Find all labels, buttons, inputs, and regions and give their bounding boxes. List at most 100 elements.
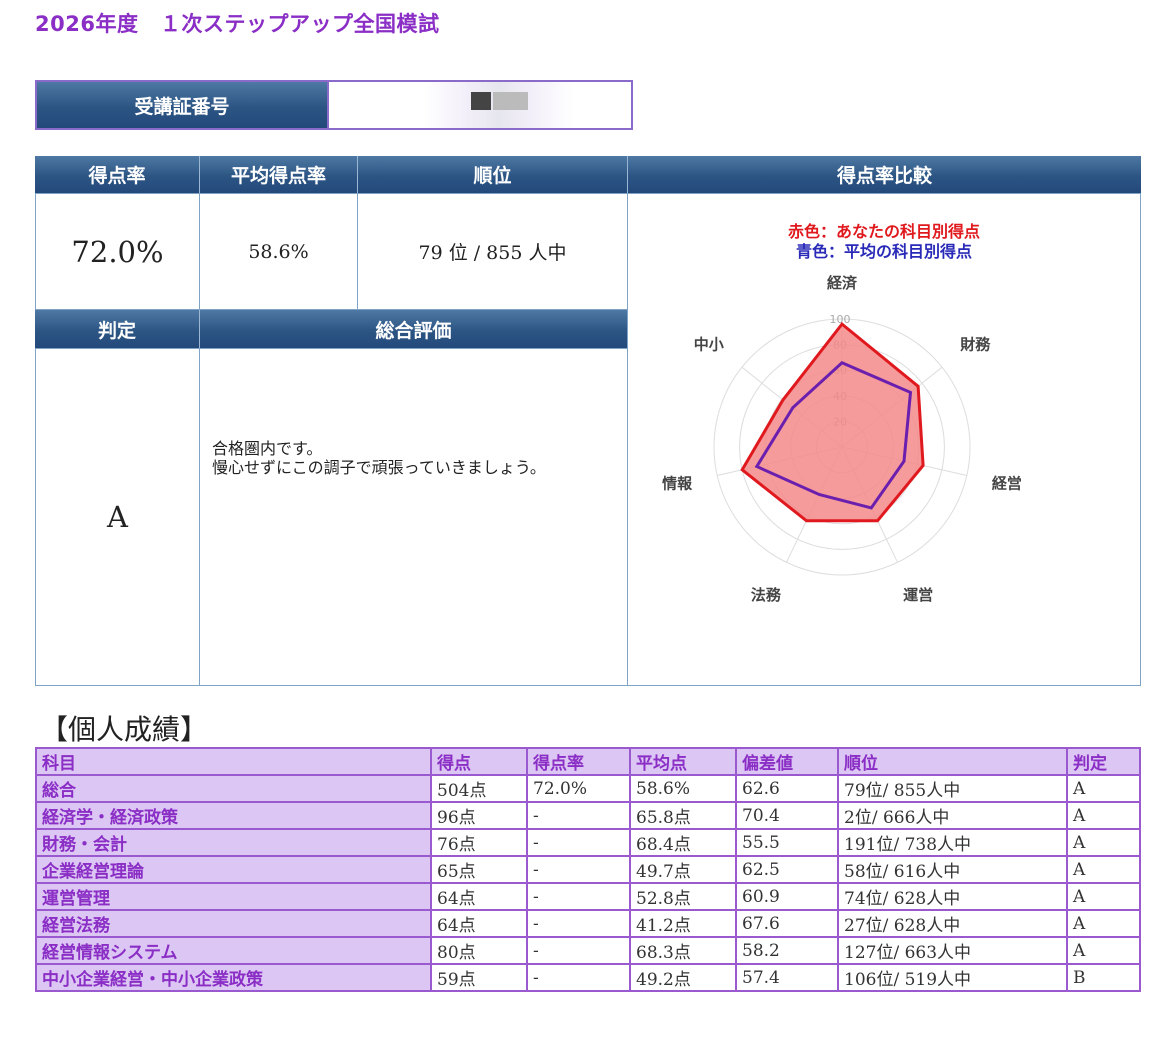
table-cell: 58位/ 616人中 xyxy=(837,855,1068,884)
subject-name-cell: 経営情報システム xyxy=(35,936,432,965)
table-row: 財務・会計 76点 -68.4点 55.5 191位/ 738人中 A xyxy=(35,828,1141,857)
table-cell: 106位/ 519人中 xyxy=(837,963,1068,992)
table-cell: 70.4 xyxy=(735,801,839,830)
evaluation-panel: 合格圏内です。 慢心せずにこの調子で頑張っていきましょう。 xyxy=(199,348,628,686)
radar-header: 得点率比較 xyxy=(627,156,1141,193)
table-row: 中小企業経営・中小企業政策 59点 -49.2点 57.4 106位/ 519人中 B xyxy=(35,963,1141,992)
table-row: 運営管理 64点 -52.8点 60.9 74位/ 628人中 A xyxy=(35,882,1141,911)
table-cell: - xyxy=(526,909,631,938)
exam-number-value xyxy=(327,80,633,130)
table-cell: A xyxy=(1066,909,1141,938)
column-header: 得点 xyxy=(430,747,528,776)
judgement-header: 判定 xyxy=(35,310,199,348)
radar-axis-label: 財務 xyxy=(959,336,991,354)
table-cell: B xyxy=(1066,963,1141,992)
table-cell: 65.8点 xyxy=(629,801,737,830)
table-cell: 79位/ 855人中 xyxy=(837,774,1068,803)
table-row: 経営法務 64点 -41.2点 67.6 27位/ 628人中 A xyxy=(35,909,1141,938)
radar-panel: 赤色：あなたの科目別得点 青色：平均の科目別得点 20406080100 経済財… xyxy=(627,193,1141,686)
table-cell: - xyxy=(526,801,631,830)
table-cell: 64点 xyxy=(430,882,528,911)
radar-chart: 赤色：あなたの科目別得点 青色：平均の科目別得点 20406080100 経済財… xyxy=(662,222,1022,604)
table-cell: - xyxy=(526,882,631,911)
score-rate-value: 72.0% xyxy=(35,193,200,310)
radar-axis-label: 運営 xyxy=(903,586,933,604)
subject-name-cell: 経済学・経済政策 xyxy=(35,801,432,830)
table-row: 総合 504点 72.0% 58.6% 62.6 79位/ 855人中 A xyxy=(35,774,1141,803)
table-cell: 64点 xyxy=(430,909,528,938)
table-cell: A xyxy=(1066,855,1141,884)
table-cell: 80点 xyxy=(430,936,528,965)
table-cell: 76点 xyxy=(430,828,528,857)
table-cell: 65点 xyxy=(430,855,528,884)
evaluation-line: 慢心せずにこの調子で頑張っていきましょう。 xyxy=(212,458,546,477)
radar-tick-label: 100 xyxy=(830,313,851,326)
column-header: 得点率 xyxy=(526,747,631,776)
rank-value: 79 位 / 855 人中 xyxy=(357,193,628,310)
table-cell: 68.4点 xyxy=(629,828,737,857)
table-cell: A xyxy=(1066,774,1141,803)
score-rate-header: 得点率 xyxy=(35,156,199,193)
table-cell: - xyxy=(526,936,631,965)
radar-axis-label: 情報 xyxy=(662,474,693,492)
page-title: 2026年度 １次ステップアップ全国模試 xyxy=(35,12,440,36)
table-cell: 52.8点 xyxy=(629,882,737,911)
table-cell: 72.0% xyxy=(526,774,631,803)
table-cell: 57.4 xyxy=(735,963,839,992)
column-header: 判定 xyxy=(1066,747,1141,776)
table-cell: 62.5 xyxy=(735,855,839,884)
table-cell: 96点 xyxy=(430,801,528,830)
redaction-block xyxy=(471,92,491,110)
table-cell: 49.2点 xyxy=(629,963,737,992)
table-cell: - xyxy=(526,855,631,884)
table-cell: A xyxy=(1066,801,1141,830)
table-cell: 191位/ 738人中 xyxy=(837,828,1068,857)
section-title: 【個人成績】 xyxy=(40,713,209,746)
table-cell: 60.9 xyxy=(735,882,839,911)
column-header: 偏差値 xyxy=(735,747,839,776)
redaction-block xyxy=(493,92,528,110)
evaluation-header: 総合評価 xyxy=(199,310,627,348)
table-cell: 27位/ 628人中 xyxy=(837,909,1068,938)
subject-name-cell: 企業経営理論 xyxy=(35,855,432,884)
table-cell: 67.6 xyxy=(735,909,839,938)
grades-table: 科目 得点 得点率 平均点 偏差値 順位 判定 総合 504点 72.0% 58.6%… xyxy=(35,747,1141,992)
table-cell: 59点 xyxy=(430,963,528,992)
subject-name-cell: 財務・会計 xyxy=(35,828,432,857)
avg-rate-header: 平均得点率 xyxy=(199,156,357,193)
table-cell: A xyxy=(1066,882,1141,911)
radar-series-you xyxy=(740,321,925,523)
table-row: 企業経営理論 65点 -49.7点 62.5 58位/ 616人中 A xyxy=(35,855,1141,884)
table-cell: 504点 xyxy=(430,774,528,803)
table-cell: 58.2 xyxy=(735,936,839,965)
radar-axis-label: 経営 xyxy=(992,474,1022,492)
rank-header: 順位 xyxy=(357,156,627,193)
table-cell: 2位/ 666人中 xyxy=(837,801,1068,830)
table-row: 経済学・経済政策 96点 -65.8点 70.4 2位/ 666人中 A xyxy=(35,801,1141,830)
legend-average: 青色：平均の科目別得点 xyxy=(796,242,972,261)
exam-number-label: 受講証番号 xyxy=(35,80,327,130)
table-cell: A xyxy=(1066,936,1141,965)
avg-rate-value: 58.6% xyxy=(199,193,358,310)
evaluation-line: 合格圏内です。 xyxy=(212,439,323,458)
table-cell: 58.6% xyxy=(629,774,737,803)
table-cell: 41.2点 xyxy=(629,909,737,938)
column-header: 科目 xyxy=(35,747,432,776)
column-header: 平均点 xyxy=(629,747,737,776)
table-cell: 74位/ 628人中 xyxy=(837,882,1068,911)
judgement-value: A xyxy=(35,348,200,686)
table-cell: - xyxy=(526,963,631,992)
table-row: 経営情報システム 80点 -68.3点 58.2 127位/ 663人中 A xyxy=(35,936,1141,965)
table-cell: A xyxy=(1066,828,1141,857)
subject-name-cell: 総合 xyxy=(35,774,432,803)
table-cell: 55.5 xyxy=(735,828,839,857)
table-cell: 62.6 xyxy=(735,774,839,803)
table-cell: 49.7点 xyxy=(629,855,737,884)
subject-name-cell: 中小企業経営・中小企業政策 xyxy=(35,963,432,992)
subject-name-cell: 経営法務 xyxy=(35,909,432,938)
table-cell: - xyxy=(526,828,631,857)
subject-name-cell: 運営管理 xyxy=(35,882,432,911)
table-header-row: 科目 得点 得点率 平均点 偏差値 順位 判定 xyxy=(35,747,1141,776)
table-cell: 127位/ 663人中 xyxy=(837,936,1068,965)
radar-axis-label: 法務 xyxy=(751,586,782,604)
